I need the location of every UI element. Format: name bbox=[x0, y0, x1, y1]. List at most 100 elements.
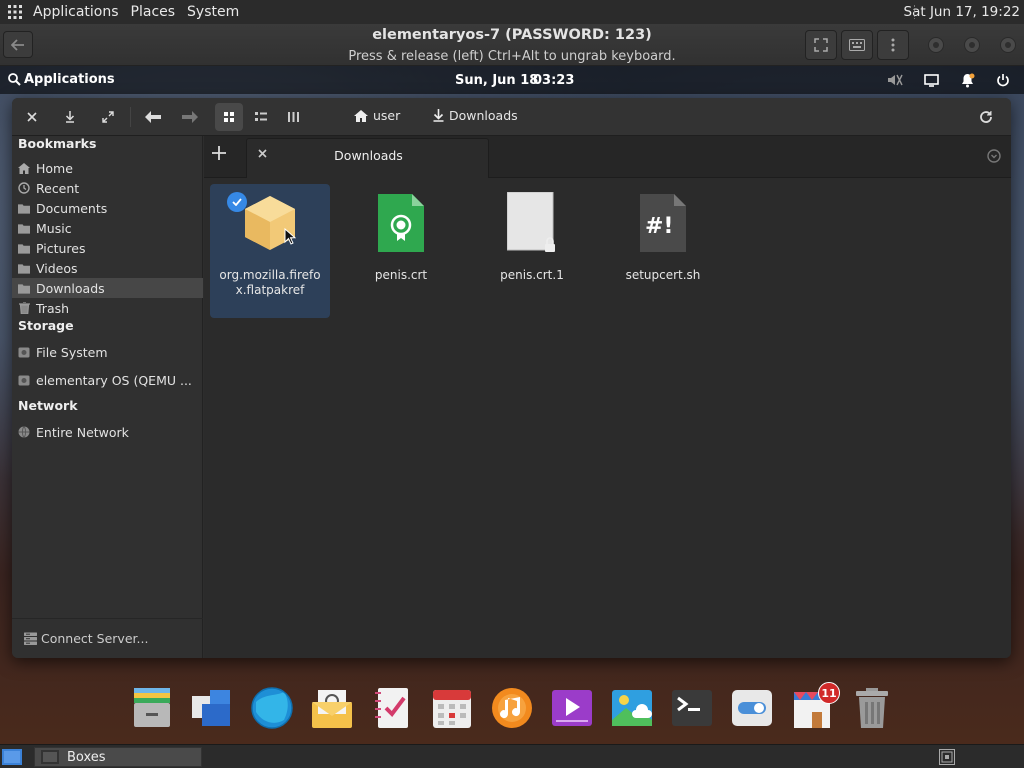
breadcrumb-user[interactable]: user bbox=[354, 108, 400, 123]
guest-date[interactable]: Sun, Jun 18 bbox=[455, 73, 538, 88]
sidebar-item-entire-network[interactable]: Entire Network bbox=[12, 422, 203, 442]
connect-server-button[interactable]: Connect Server... bbox=[12, 618, 203, 658]
minimize-button[interactable] bbox=[928, 37, 944, 53]
breadcrumb-downloads[interactable]: Downloads bbox=[433, 108, 518, 123]
maximize-button[interactable] bbox=[964, 37, 980, 53]
taskbar-task-label: Boxes bbox=[67, 749, 106, 765]
guest-desktop: Applications Sun, Jun 18 03:23 user Down… bbox=[0, 66, 1024, 744]
guest-time[interactable]: 03:23 bbox=[533, 73, 574, 88]
reload-icon[interactable] bbox=[972, 103, 1000, 131]
guest-applications-label: Applications bbox=[24, 72, 115, 87]
dock-multitasking-icon[interactable] bbox=[190, 686, 234, 730]
dock-trash-icon[interactable] bbox=[850, 686, 894, 730]
host-menu-places[interactable]: Places bbox=[128, 4, 185, 20]
storage-header: Storage bbox=[18, 318, 74, 333]
sidebar-item-home[interactable]: Home bbox=[12, 158, 203, 178]
folder-icon bbox=[18, 242, 30, 254]
file-name: penis.crt.1 bbox=[500, 268, 564, 282]
sidebar-item-label: Trash bbox=[36, 300, 70, 316]
dock-terminal-icon[interactable] bbox=[670, 686, 714, 730]
boxes-header-bar: elementaryos-7 (PASSWORD: 123) Press & r… bbox=[0, 24, 1024, 66]
go-back-icon[interactable] bbox=[139, 103, 167, 131]
go-forward-icon[interactable] bbox=[176, 103, 204, 131]
fullscreen-button[interactable] bbox=[805, 30, 837, 60]
close-window-button[interactable] bbox=[1000, 37, 1016, 53]
host-top-panel: Applications Places System Sat Jun 17, 1… bbox=[0, 0, 1024, 24]
toolbar-separator bbox=[130, 107, 131, 127]
sidebar-item-documents[interactable]: Documents bbox=[12, 198, 203, 218]
breadcrumb-user-label: user bbox=[373, 108, 401, 123]
sidebar-item-music[interactable]: Music bbox=[12, 218, 203, 238]
appcenter-badge: 11 bbox=[818, 682, 840, 704]
expand-icon[interactable] bbox=[94, 103, 122, 131]
search-icon bbox=[8, 73, 21, 86]
dock-files-icon[interactable] bbox=[130, 686, 174, 730]
network-icon bbox=[18, 426, 30, 438]
sidebar-item-elementary-os[interactable]: elementary OS (QEMU ... bbox=[12, 370, 203, 390]
keyboard-button[interactable] bbox=[841, 30, 873, 60]
svg-text:#!: #! bbox=[645, 214, 673, 239]
bookmarks-header: Bookmarks bbox=[18, 136, 97, 151]
sidebar-item-trash[interactable]: Trash bbox=[12, 298, 203, 318]
dock-settings-icon[interactable] bbox=[730, 686, 774, 730]
guest-top-panel: Applications Sun, Jun 18 03:23 bbox=[0, 66, 1024, 94]
files-content: Downloads org.mozilla.firefox.flatpakref… bbox=[204, 136, 1011, 658]
column-view-icon[interactable] bbox=[279, 103, 307, 131]
checkmark-icon[interactable] bbox=[227, 192, 247, 212]
sidebar-item-videos[interactable]: Videos bbox=[12, 258, 203, 278]
list-view-icon[interactable] bbox=[247, 103, 275, 131]
power-icon[interactable] bbox=[994, 72, 1012, 88]
sidebar-item-label: Downloads bbox=[36, 280, 105, 296]
dock-videos-icon[interactable] bbox=[550, 686, 594, 730]
host-menu-applications[interactable]: Applications bbox=[30, 4, 128, 20]
home-icon bbox=[18, 162, 30, 174]
app-grid-icon[interactable] bbox=[0, 0, 30, 24]
trash-icon bbox=[18, 302, 30, 314]
sidebar-item-downloads[interactable]: Downloads bbox=[12, 278, 203, 298]
certificate-icon bbox=[371, 192, 431, 254]
blank-file-icon bbox=[502, 192, 562, 254]
file-item[interactable]: penis.crt.1 bbox=[472, 184, 592, 318]
close-icon[interactable] bbox=[18, 103, 46, 131]
sidebar-item-label: Entire Network bbox=[36, 424, 129, 440]
connect-server-label: Connect Server... bbox=[41, 631, 149, 646]
download-icon[interactable] bbox=[56, 103, 84, 131]
sound-muted-icon[interactable] bbox=[886, 72, 904, 88]
file-name: org.mozilla.firefox.flatpakref bbox=[219, 268, 321, 297]
display-icon[interactable] bbox=[922, 72, 940, 88]
clock-icon bbox=[18, 182, 30, 194]
host-clock[interactable]: Sat Jun 17, 19:22 bbox=[904, 4, 1024, 20]
dock-calendar-icon[interactable] bbox=[430, 686, 474, 730]
dock-appcenter-icon[interactable]: 11 bbox=[790, 682, 840, 730]
sidebar-item-label: Home bbox=[36, 160, 73, 176]
file-item[interactable]: penis.crt bbox=[341, 184, 461, 318]
taskbar-boxes-button[interactable]: Boxes bbox=[34, 747, 202, 767]
menu-button[interactable] bbox=[877, 30, 909, 60]
dock-tasks-icon[interactable] bbox=[370, 686, 414, 730]
server-icon bbox=[24, 632, 37, 645]
new-tab-button[interactable] bbox=[211, 145, 227, 165]
tab-downloads[interactable]: Downloads bbox=[246, 138, 489, 178]
notifications-icon[interactable] bbox=[958, 72, 976, 88]
sidebar-item-file-system[interactable]: File System bbox=[12, 342, 203, 362]
breadcrumb-downloads-label: Downloads bbox=[449, 108, 518, 123]
dock-web-browser-icon[interactable] bbox=[250, 686, 294, 730]
dock-mail-icon[interactable] bbox=[310, 686, 354, 730]
host-menu-system[interactable]: System bbox=[184, 4, 248, 20]
guest-applications-menu[interactable]: Applications bbox=[8, 72, 115, 87]
file-name: penis.crt bbox=[374, 268, 428, 282]
dock: 11 bbox=[120, 680, 904, 742]
sidebar-item-pictures[interactable]: Pictures bbox=[12, 238, 203, 258]
script-icon: #! bbox=[633, 192, 693, 254]
dock-photos-icon[interactable] bbox=[610, 686, 654, 730]
file-item[interactable]: org.mozilla.firefox.flatpakref bbox=[210, 184, 330, 318]
file-name: setupcert.sh bbox=[625, 268, 701, 282]
tab-history-icon[interactable] bbox=[987, 149, 1001, 167]
tray-icon[interactable] bbox=[936, 747, 958, 767]
dock-music-icon[interactable] bbox=[490, 686, 534, 730]
host-taskbar: Boxes bbox=[0, 744, 1024, 768]
file-item[interactable]: #! setupcert.sh bbox=[603, 184, 723, 318]
show-desktop-icon[interactable] bbox=[0, 747, 24, 767]
sidebar-item-recent[interactable]: Recent bbox=[12, 178, 203, 198]
icon-view-icon[interactable] bbox=[215, 103, 243, 131]
